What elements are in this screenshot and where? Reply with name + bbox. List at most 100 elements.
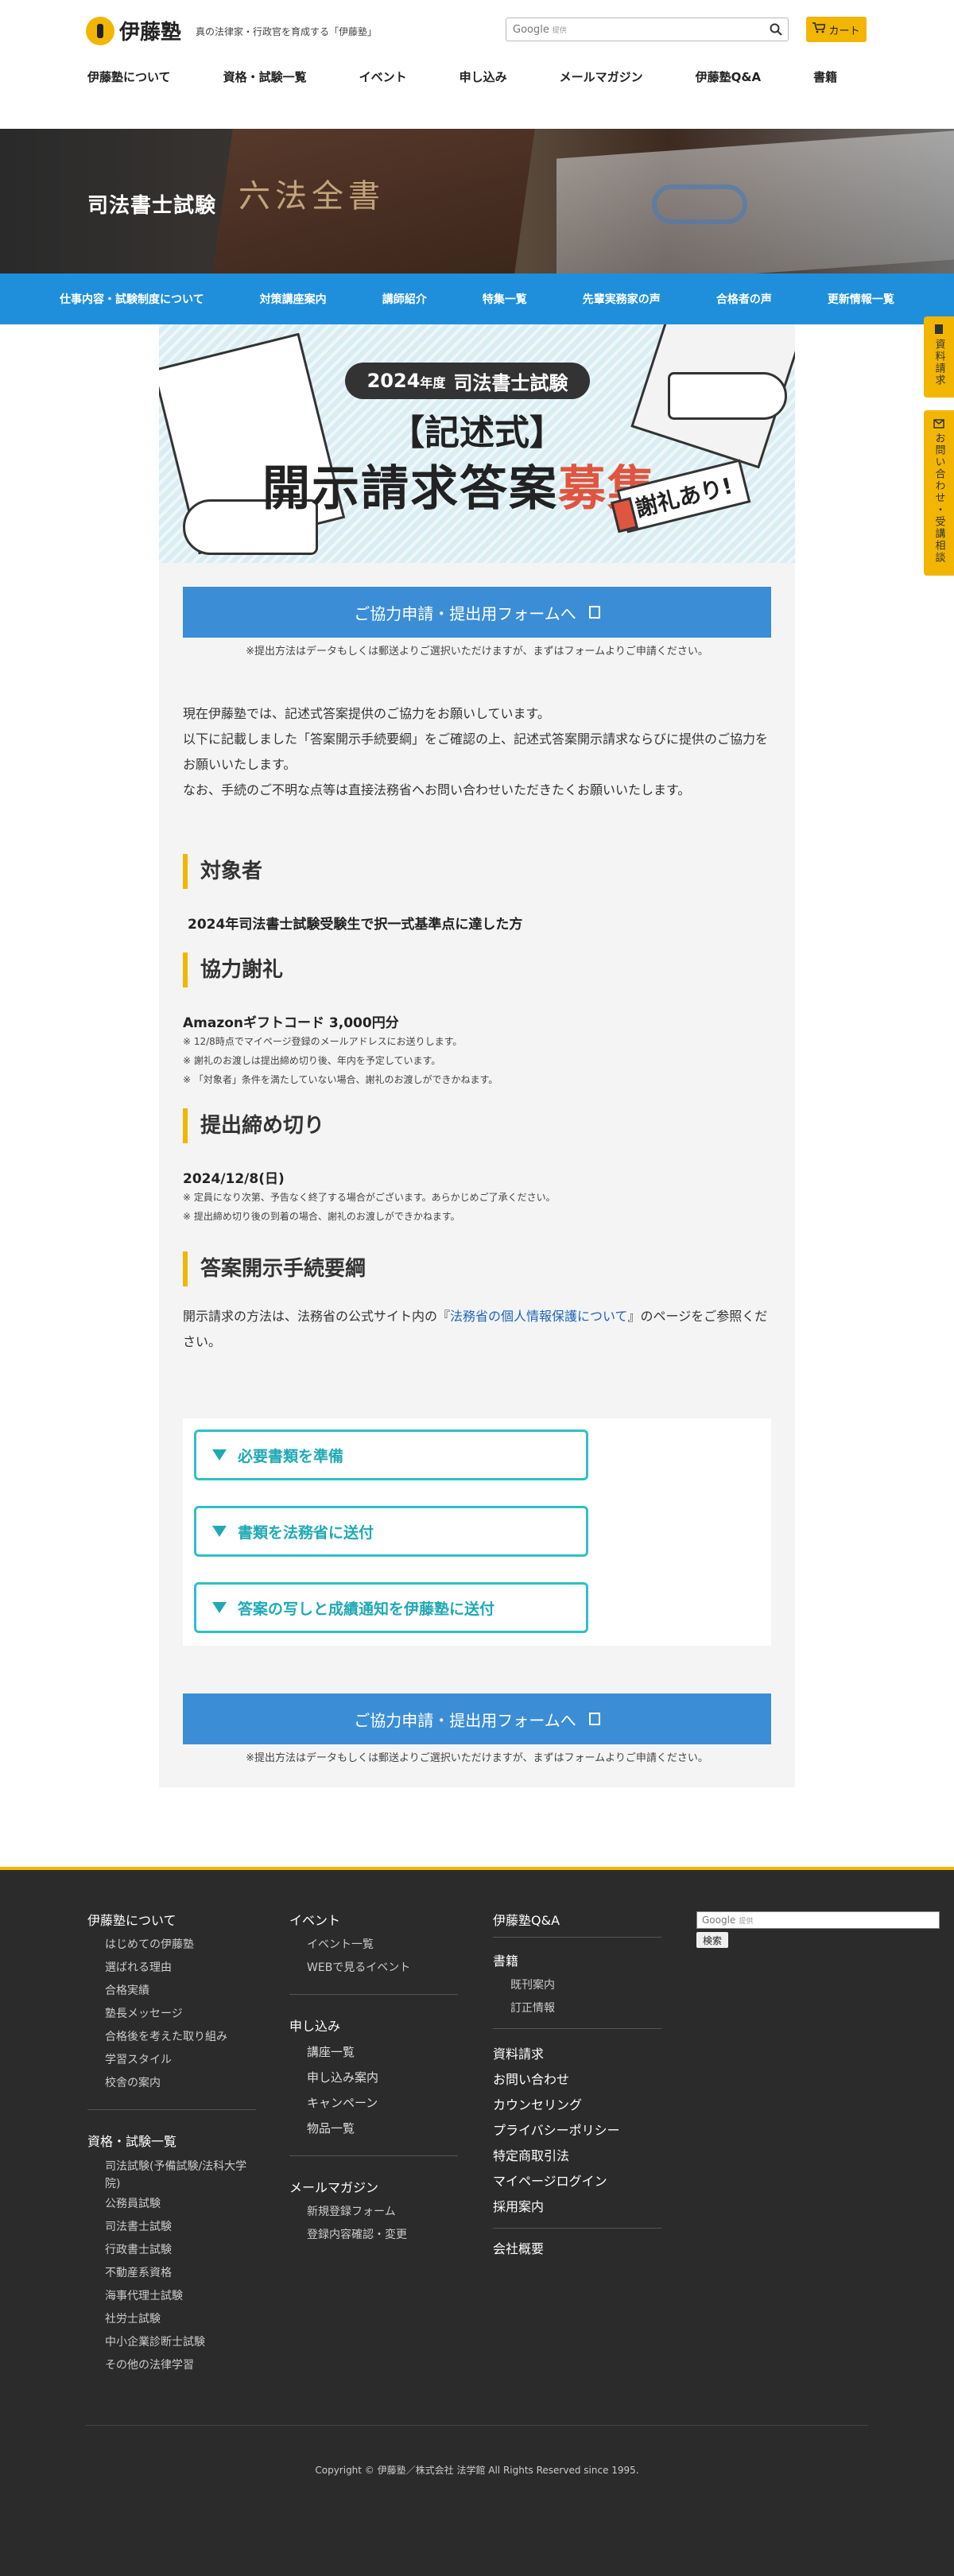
footer-link[interactable]: 司法試験(予備試験/法科大学: [87, 2155, 256, 2175]
footer-search-button[interactable]: 検索: [696, 1932, 728, 1948]
cart-button[interactable]: カート: [806, 17, 867, 42]
moj-privacy-link[interactable]: 法務省の個人情報保護について: [450, 1309, 628, 1324]
footer-about[interactable]: 伊藤塾について: [87, 1910, 256, 1929]
footer-link[interactable]: 特定商取引法: [493, 2143, 661, 2169]
nav-books[interactable]: 書籍: [813, 68, 837, 85]
exam-subnav: 仕事内容・試験制度について 対策講座案内 講師紹介 特集一覧 先輩実務家の声 合…: [0, 274, 954, 324]
triangle-down-icon: [212, 1526, 227, 1537]
footer-link[interactable]: イベント一覧: [289, 1934, 458, 1957]
intro-text: 現在伊藤塾では、記述式答案提供のご協力をお願いしています。 以下に記載しました「…: [183, 706, 769, 797]
search-icon[interactable]: [764, 18, 788, 41]
nav-mailmagazine[interactable]: メールマガジン: [560, 68, 643, 85]
footer-link[interactable]: 塾長メッセージ: [87, 2003, 256, 2026]
footer-link[interactable]: 登録内容確認・変更: [289, 2224, 458, 2247]
footer-link[interactable]: 合格実績: [87, 1980, 256, 2003]
footer-link[interactable]: 新規登録フォーム: [289, 2201, 458, 2224]
triangle-down-icon: [212, 1602, 227, 1613]
footer-mailmagazine[interactable]: メールマガジン: [289, 2177, 458, 2196]
subnav-updates[interactable]: 更新情報一覧: [828, 291, 894, 307]
copyright: Copyright © 伊藤塾／株式会社 法学館 All Rights Rese…: [315, 2465, 639, 2476]
heading-deadline: 提出締め切り: [183, 1108, 324, 1143]
main-content: 2024年度 司法書士試験 【記述式】 開示請求答案募集 謝礼あり! ご協力申請…: [159, 324, 795, 1787]
footer-link[interactable]: 校舎の案内: [87, 2072, 256, 2095]
side-tab-contact-label: お問い合わせ・受講相談: [933, 433, 945, 564]
footer-link[interactable]: 司法書士試験: [87, 2216, 256, 2239]
accordion-item-send-moj[interactable]: 書類を法務省に送付: [194, 1506, 588, 1557]
nav-events[interactable]: イベント: [359, 68, 407, 85]
side-tab-docs-label: 資料請求: [933, 339, 945, 386]
search-input[interactable]: Google 提供: [506, 17, 789, 41]
external-link-icon: [588, 606, 600, 619]
footer-apply[interactable]: 申し込み: [289, 2015, 458, 2035]
site-tagline: 真の法律家・行政官を育成する「伊藤塾」: [196, 26, 378, 37]
hero-banner: 六法全書 司法書士試験: [0, 129, 954, 274]
site-logo[interactable]: 伊藤塾: [86, 16, 181, 45]
footer-link[interactable]: 訂正情報: [493, 1997, 661, 2020]
footer-qa[interactable]: 伊藤塾Q&A: [493, 1910, 661, 1929]
campaign-banner: 2024年度 司法書士試験 【記述式】 開示請求答案募集 謝礼あり!: [159, 324, 795, 563]
footer-link[interactable]: お問い合わせ: [493, 2067, 661, 2093]
footer-link[interactable]: 既刊案内: [493, 1974, 661, 1997]
subnav-seniors[interactable]: 先輩実務家の声: [583, 291, 661, 307]
banner-line2: 【記述式】: [390, 413, 564, 453]
page-title: 司法書士試験: [87, 194, 217, 218]
form-note-top: ※提出方法はデータもしくは郵送よりご選択いただけますが、まずはフォームよりご申請…: [246, 646, 708, 658]
footer-link[interactable]: 中小企業診断士試験: [87, 2331, 256, 2354]
mail-icon: [933, 417, 944, 429]
reward-notes: ※ 12/8時点でマイページ登録のメールアドレスにお送りします。 ※ 謝礼のお渡…: [183, 1036, 498, 1085]
footer-link[interactable]: 社労士試験: [87, 2308, 256, 2331]
target-text: 2024年司法書士試験受験生で択一式基準点に達した方: [188, 917, 523, 933]
banner-year: 2024: [366, 370, 421, 392]
document-icon: [933, 323, 944, 334]
footer-link[interactable]: 行政書士試験: [87, 2239, 256, 2262]
footer-link[interactable]: 選ばれる理由: [87, 1957, 256, 1980]
footer-link[interactable]: カウンセリング: [493, 2093, 661, 2118]
footer-link[interactable]: 不動産系資格: [87, 2262, 256, 2285]
footer-link[interactable]: 採用案内: [493, 2194, 661, 2220]
footer-link[interactable]: 合格後を考えた取り組み: [87, 2026, 256, 2049]
form-button-label: ご協力申請・提出用フォームへ: [354, 603, 576, 623]
side-tab-docs[interactable]: 資料請求: [924, 316, 954, 398]
hero-clip-image: [652, 184, 747, 224]
nav-about[interactable]: 伊藤塾について: [87, 68, 171, 85]
subnav-lecturers[interactable]: 講師紹介: [382, 291, 427, 307]
nav-exams[interactable]: 資格・試験一覧: [223, 68, 307, 85]
footer-search-input[interactable]: Google 提供: [696, 1911, 940, 1929]
google-sub-label: 提供: [552, 26, 567, 35]
deadline-text: 2024/12/8(日): [183, 1171, 285, 1187]
footer-link[interactable]: はじめての伊藤塾: [87, 1934, 256, 1957]
footer-link[interactable]: 申し込み案内: [289, 2065, 458, 2090]
nav-qa[interactable]: 伊藤塾Q&A: [696, 68, 761, 85]
footer-link[interactable]: 海事代理士試験: [87, 2285, 256, 2308]
footer-books[interactable]: 書籍: [493, 1950, 661, 1969]
footer-link[interactable]: その他の法律学習: [87, 2354, 256, 2377]
footer-link[interactable]: 講座一覧: [289, 2039, 458, 2065]
form-button-label: ご協力申請・提出用フォームへ: [354, 1710, 576, 1730]
subnav-passers[interactable]: 合格者の声: [716, 291, 772, 307]
logo-icon: [86, 16, 114, 45]
footer-link[interactable]: 資料請求: [493, 2042, 661, 2067]
footer-link[interactable]: WEBで見るイベント: [289, 1957, 458, 1980]
footer-link[interactable]: 院): [87, 2175, 256, 2193]
subnav-courses[interactable]: 対策講座案内: [260, 291, 327, 307]
banner-year-pill: 2024年度 司法書士試験: [345, 363, 590, 399]
footer-link[interactable]: キャンペーン: [289, 2090, 458, 2116]
subnav-features[interactable]: 特集一覧: [483, 291, 527, 307]
form-button-top[interactable]: ご協力申請・提出用フォームへ: [183, 587, 771, 638]
footer-link[interactable]: マイページログイン: [493, 2169, 661, 2194]
footer-link[interactable]: 物品一覧: [289, 2116, 458, 2141]
accordion-item-send-itojuku[interactable]: 答案の写しと成績通知を伊藤塾に送付: [194, 1582, 588, 1633]
main-nav: 伊藤塾について 資格・試験一覧 イベント 申し込み メールマガジン 伊藤塾Q&A…: [87, 68, 890, 85]
footer-link[interactable]: プライバシーポリシー: [493, 2118, 661, 2143]
footer-link[interactable]: 公務員試験: [87, 2193, 256, 2216]
footer-link[interactable]: 学習スタイル: [87, 2049, 256, 2072]
form-button-bottom[interactable]: ご協力申請・提出用フォームへ: [183, 1693, 771, 1744]
cart-icon: [812, 22, 827, 37]
footer-events[interactable]: イベント: [289, 1910, 458, 1929]
side-tab-contact[interactable]: お問い合わせ・受講相談: [924, 410, 954, 576]
footer-exams[interactable]: 資格・試験一覧: [87, 2131, 256, 2150]
footer-company[interactable]: 会社概要: [493, 2237, 661, 2262]
accordion-item-prepare[interactable]: 必要書類を準備: [194, 1430, 588, 1480]
subnav-job-system[interactable]: 仕事内容・試験制度について: [60, 291, 204, 307]
nav-apply[interactable]: 申し込み: [460, 68, 507, 85]
